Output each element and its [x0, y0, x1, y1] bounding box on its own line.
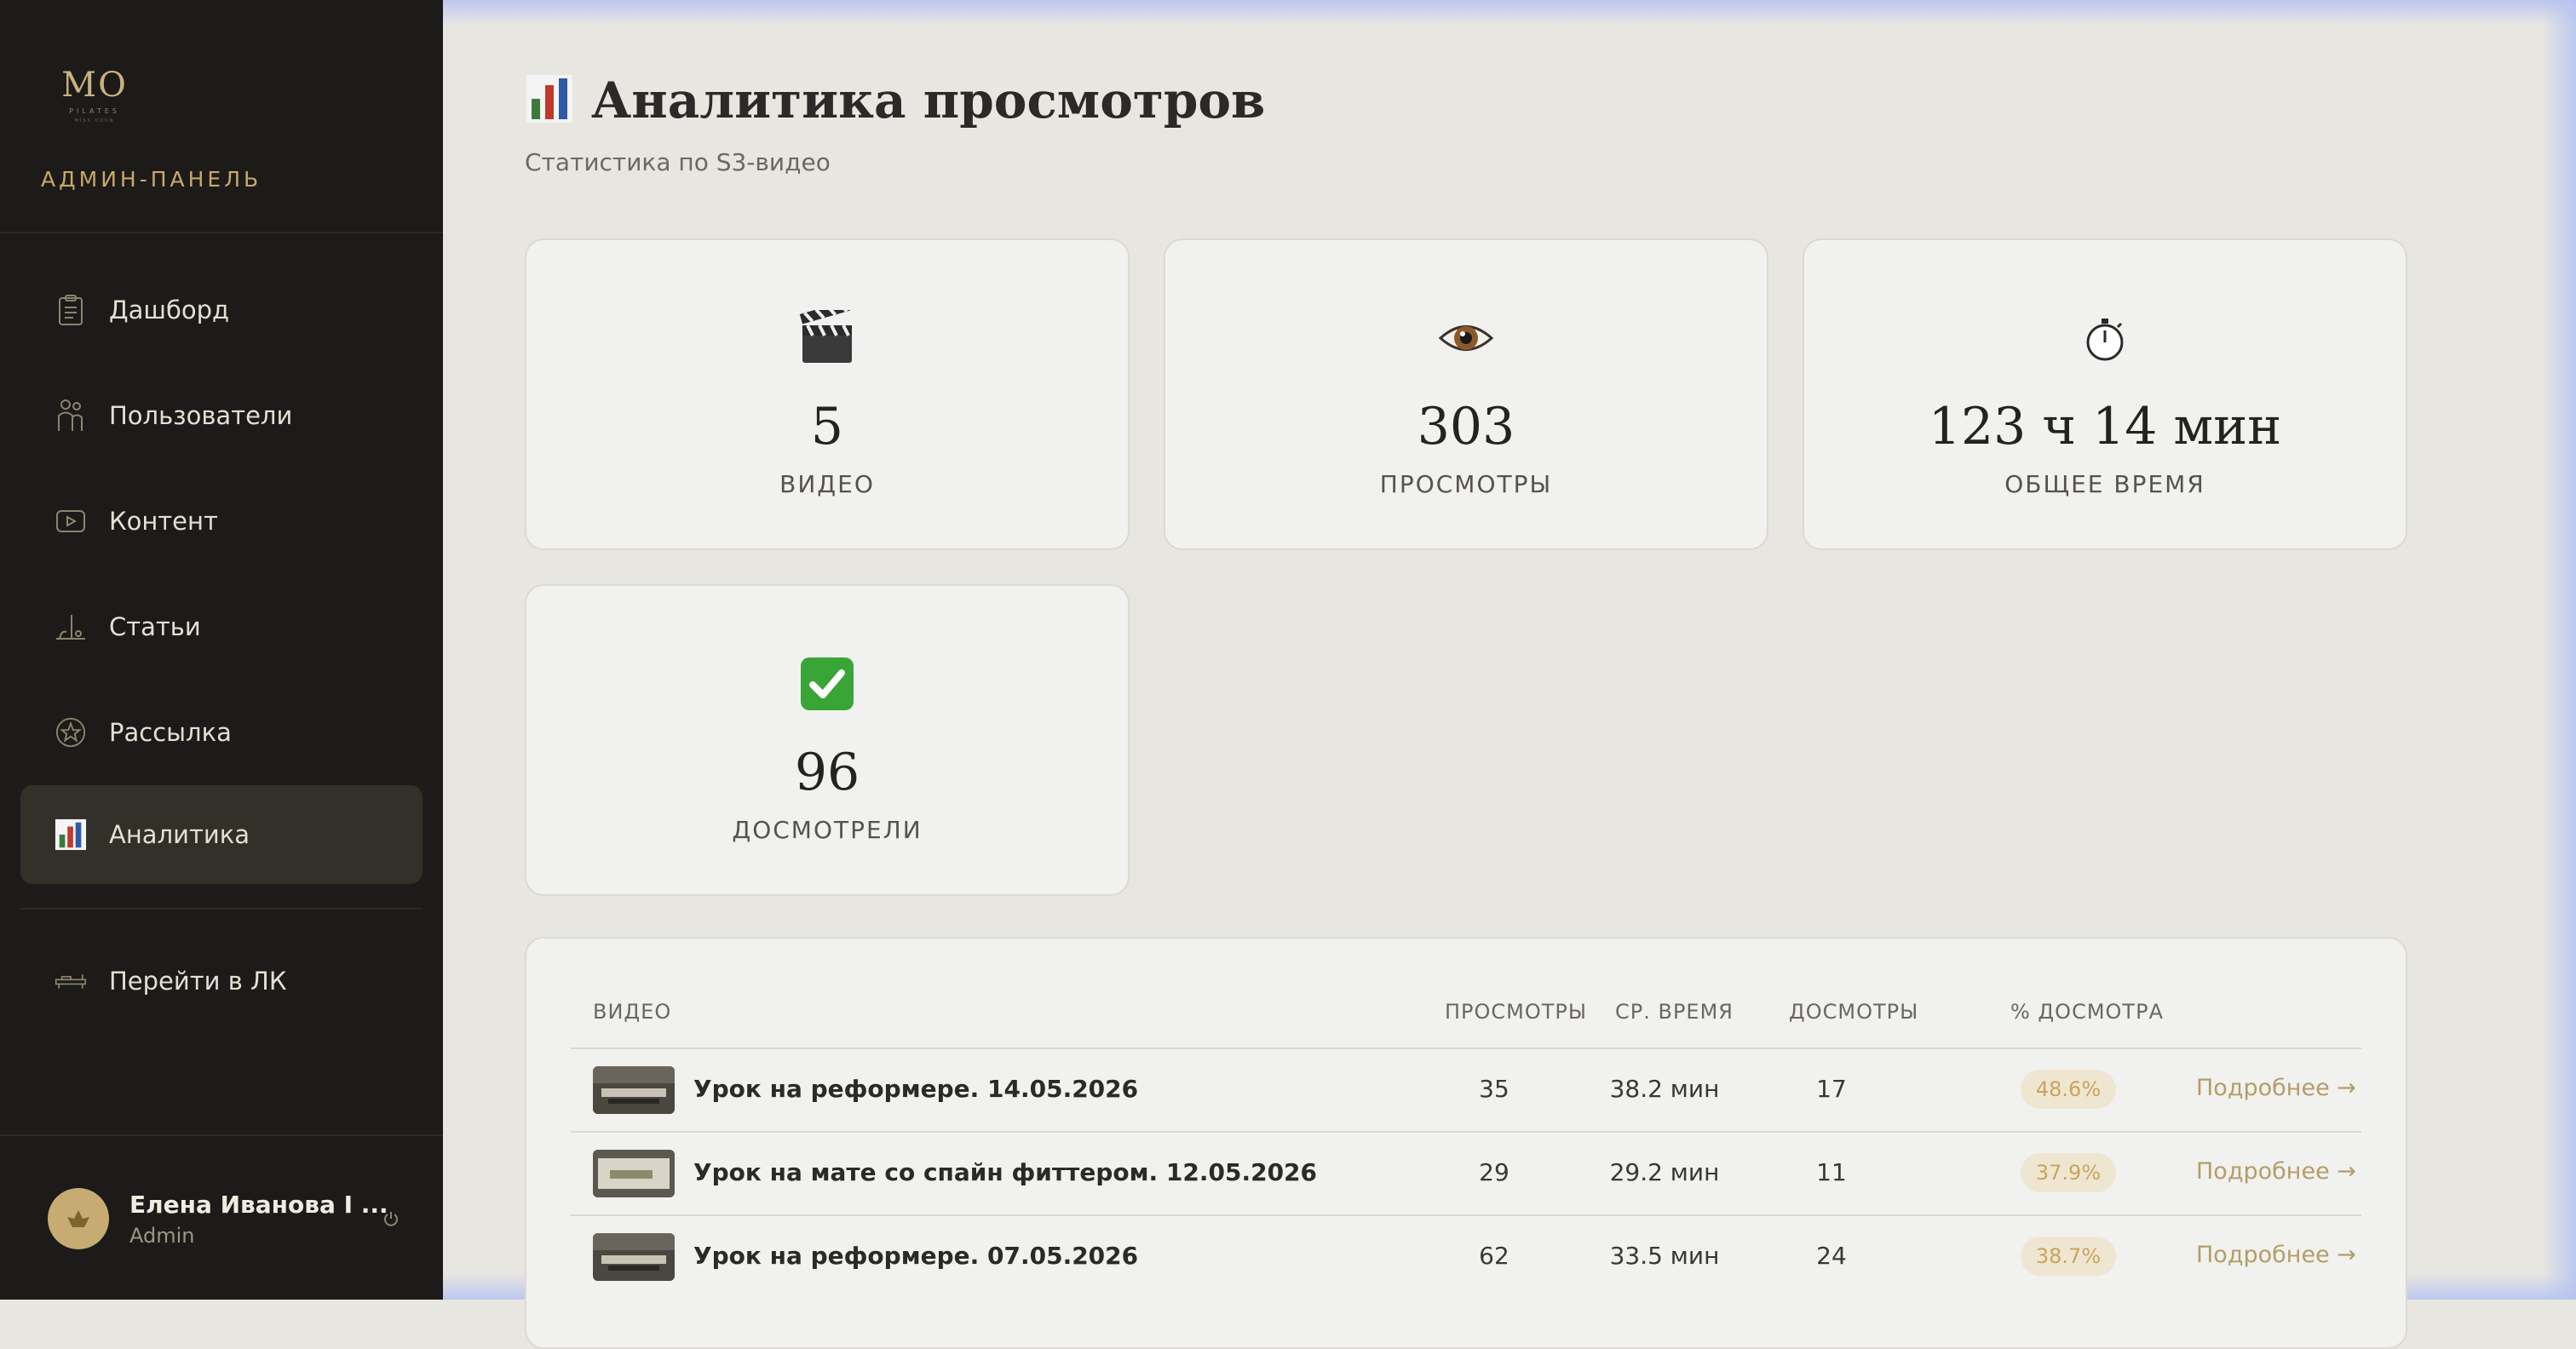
- sidebar-item-mailing[interactable]: Рассылка: [20, 683, 423, 782]
- details-link[interactable]: Подробнее →: [2196, 1242, 2356, 1268]
- power-icon[interactable]: [377, 1204, 405, 1233]
- video-thumbnail[interactable]: [593, 1233, 675, 1281]
- sidebar-item-users[interactable]: Пользователи: [20, 366, 423, 465]
- stat-card-total-time: 123 ч 14 мин ОБЩЕЕ ВРЕМЯ: [1803, 238, 2407, 550]
- logo[interactable]: MO PILATES MISS ODUN: [56, 66, 133, 123]
- sidebar-item-label: Рассылка: [109, 718, 232, 747]
- videos-table: ВИДЕО ПРОСМОТРЫ СР. ВРЕМЯ ДОСМОТРЫ % ДОС…: [525, 937, 2407, 1349]
- completion-percent-badge: 37.9%: [2021, 1153, 2116, 1192]
- stopwatch-icon: [1804, 310, 2406, 370]
- views-cell: 29: [1479, 1158, 1509, 1186]
- table-row[interactable]: Урок на реформере. 07.05.2026 62 33.5 ми…: [571, 1216, 2361, 1298]
- logo-tagline: MISS ODUN: [74, 118, 115, 123]
- sidebar-item-analytics[interactable]: Аналитика: [20, 785, 423, 884]
- sidebar-item-label: Пользователи: [109, 401, 293, 430]
- views-cell: 62: [1479, 1242, 1509, 1270]
- avatar: [48, 1188, 109, 1249]
- users-icon: [55, 399, 87, 432]
- stat-value: 96: [794, 743, 860, 802]
- avg-time-cell: 33.5 мин: [1609, 1242, 1720, 1270]
- user-info: Елена Иванова I ... Admin: [129, 1191, 388, 1248]
- page-header: Аналитика просмотров: [525, 72, 1265, 129]
- avg-time-cell: 38.2 мин: [1609, 1075, 1720, 1103]
- video-thumbnail[interactable]: [593, 1150, 675, 1197]
- sidebar: MO PILATES MISS ODUN АДМИН-ПАНЕЛЬ Дашбор…: [0, 0, 443, 1300]
- sidebar-item-label: Аналитика: [109, 820, 250, 849]
- column-header-completion-percent[interactable]: % ДОСМОТРА: [2010, 1000, 2164, 1024]
- sidebar-item-label: Перейти в ЛК: [109, 967, 287, 996]
- main-content: Аналитика просмотров Статистика по S3-ви…: [443, 0, 2576, 1349]
- views-cell: 35: [1479, 1075, 1509, 1103]
- completion-percent-badge: 48.6%: [2021, 1070, 2116, 1109]
- stat-card-completed: 96 ДОСМОТРЕЛИ: [525, 584, 1130, 896]
- stat-value: 303: [1417, 397, 1515, 456]
- stat-value: 5: [810, 397, 844, 456]
- table-header: ВИДЕО ПРОСМОТРЫ СР. ВРЕМЯ ДОСМОТРЫ % ДОС…: [571, 1000, 2361, 1042]
- completions-cell: 17: [1816, 1075, 1847, 1103]
- details-link[interactable]: Подробнее →: [2196, 1075, 2356, 1101]
- logo-subtitle: PILATES: [69, 107, 120, 115]
- clapperboard-icon: [526, 310, 1128, 370]
- details-link[interactable]: Подробнее →: [2196, 1158, 2356, 1185]
- sidebar-item-label: Дашборд: [109, 296, 230, 324]
- stat-label: ДОСМОТРЕЛИ: [732, 816, 923, 844]
- sidebar-item-label: Контент: [109, 507, 218, 536]
- bar-chart-icon: [525, 73, 574, 128]
- articles-icon: [55, 611, 87, 643]
- sidebar-divider: [0, 1134, 443, 1136]
- completion-percent-badge: 38.7%: [2021, 1237, 2116, 1276]
- user-name: Елена Иванова I ...: [129, 1190, 388, 1219]
- stat-label: ВИДЕО: [779, 470, 875, 498]
- video-title: Урок на мате со спайн фиттером. 12.05.20…: [693, 1158, 1318, 1186]
- sidebar-divider: [20, 908, 423, 910]
- sidebar-item-content[interactable]: Контент: [20, 472, 423, 571]
- column-header-avg-time[interactable]: СР. ВРЕМЯ: [1615, 1000, 1734, 1024]
- stat-label: ОБЩЕЕ ВРЕМЯ: [2004, 470, 2205, 498]
- reformer-icon: [55, 965, 87, 997]
- user-role: Admin: [129, 1223, 195, 1248]
- sidebar-item-dashboard[interactable]: Дашборд: [20, 261, 423, 359]
- sidebar-item-go-to-account[interactable]: Перейти в ЛК: [20, 932, 423, 1030]
- page-title: Аналитика просмотров: [591, 72, 1266, 129]
- stat-card-views: 303 ПРОСМОТРЫ: [1164, 238, 1768, 550]
- video-play-icon: [55, 505, 87, 537]
- video-title: Урок на реформере. 07.05.2026: [693, 1242, 1139, 1270]
- check-mark-icon: [526, 656, 1128, 715]
- column-header-video[interactable]: ВИДЕО: [593, 1000, 671, 1024]
- table-row[interactable]: Урок на мате со спайн фиттером. 12.05.20…: [571, 1133, 2361, 1214]
- sidebar-item-label: Статьи: [109, 612, 201, 641]
- stat-card-videos: 5 ВИДЕО: [525, 238, 1130, 550]
- table-row[interactable]: Урок на реформере. 14.05.2026 35 38.2 ми…: [571, 1049, 2361, 1131]
- stat-label: ПРОСМОТРЫ: [1379, 470, 1553, 498]
- eye-icon: [1165, 310, 1767, 370]
- video-title: Урок на реформере. 14.05.2026: [693, 1075, 1139, 1103]
- sidebar-divider: [0, 232, 443, 233]
- sidebar-item-articles[interactable]: Статьи: [20, 577, 423, 676]
- user-profile[interactable]: Елена Иванова I ... Admin: [48, 1187, 405, 1250]
- column-header-views[interactable]: ПРОСМОТРЫ: [1445, 1000, 1587, 1024]
- avg-time-cell: 29.2 мин: [1609, 1158, 1720, 1186]
- bar-chart-icon: [55, 818, 87, 851]
- logo-mark: MO: [61, 66, 128, 105]
- clipboard-icon: [55, 294, 87, 326]
- video-thumbnail[interactable]: [593, 1066, 675, 1114]
- completions-cell: 11: [1816, 1158, 1847, 1186]
- admin-panel-label: АДМИН-ПАНЕЛЬ: [41, 167, 262, 192]
- column-header-completions[interactable]: ДОСМОТРЫ: [1789, 1000, 1918, 1024]
- completions-cell: 24: [1816, 1242, 1847, 1270]
- stat-value: 123 ч 14 мин: [1928, 397, 2282, 456]
- page-subtitle: Статистика по S3-видео: [525, 148, 831, 176]
- star-badge-icon: [55, 716, 87, 749]
